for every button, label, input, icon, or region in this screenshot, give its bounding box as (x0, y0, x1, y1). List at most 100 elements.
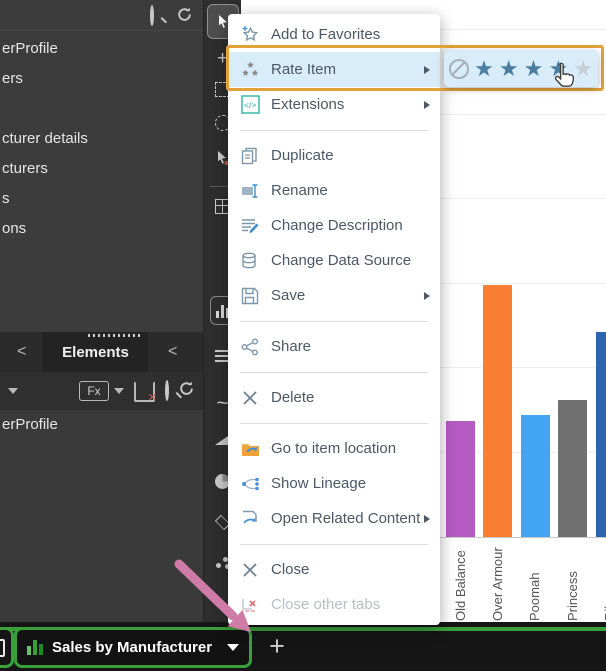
menu-item-share[interactable]: Share (228, 329, 440, 364)
elements-list: erProfile (0, 410, 203, 440)
menu-item-label: Go to item location (271, 440, 396, 457)
menu-item-label: Save (271, 287, 305, 304)
menu-separator (240, 423, 428, 424)
list-item[interactable]: s (0, 184, 203, 214)
menu-item-duplicate[interactable]: Duplicate (228, 138, 440, 173)
menu-item-extensions[interactable]: </> Extensions (228, 87, 440, 122)
menu-item-rename[interactable]: Rename (228, 173, 440, 208)
dashboard-icon (0, 639, 5, 657)
bar-chart-icon (27, 640, 43, 655)
tab-partial[interactable] (0, 627, 14, 668)
menu-item-close[interactable]: Close (228, 552, 440, 587)
new-tab-button[interactable]: + (262, 630, 292, 662)
submenu-arrow-icon (424, 515, 430, 523)
drag-handle[interactable] (88, 334, 142, 337)
menu-item-go-to-item-location[interactable]: Go to item location (228, 431, 440, 466)
delete-x-icon (240, 388, 260, 408)
refresh-icon[interactable] (176, 6, 193, 28)
menu-item-label: Extensions (271, 96, 344, 113)
elements-toolbar: Fx (0, 372, 203, 410)
rating-star-3[interactable]: ★ (524, 58, 544, 80)
submenu-arrow-icon (424, 66, 430, 74)
menu-item-change-data-source[interactable]: Change Data Source (228, 243, 440, 278)
menu-item-add-to-favorites[interactable]: Add to Favorites (228, 17, 440, 52)
menu-item-label: Rename (271, 182, 328, 199)
change-description-icon (240, 216, 260, 236)
bar-old-balance (446, 421, 475, 537)
list-item (0, 94, 203, 124)
sidebar-toolbar (0, 0, 203, 31)
menu-item-change-description[interactable]: Change Description (228, 208, 440, 243)
data-item-list: erProfile ers cturer details cturers s o… (0, 34, 203, 244)
related-content-icon (240, 509, 260, 529)
tab-sales-by-manufacturer[interactable]: Sales by Manufacturer (14, 627, 252, 668)
dropdown-caret-icon[interactable] (114, 388, 124, 394)
bottom-tab-bar: Sales by Manufacturer + (0, 622, 606, 671)
menu-item-label: Change Data Source (271, 252, 411, 269)
close-tabs-icon (240, 595, 260, 615)
list-item[interactable]: erProfile (0, 34, 203, 64)
tab-menu-caret-icon[interactable] (227, 644, 239, 651)
no-rating-icon[interactable] (449, 59, 469, 79)
elements-panel: < Elements < Fx erProfile (0, 332, 203, 622)
share-icon (240, 337, 260, 357)
collapse-chevron-icon[interactable]: < (17, 332, 26, 372)
star-plus-icon (240, 25, 260, 45)
search-icon[interactable] (150, 7, 154, 25)
clear-selection-icon[interactable] (134, 381, 155, 402)
menu-item-delete[interactable]: Delete (228, 380, 440, 415)
left-sidebar: erProfile ers cturer details cturers s o… (0, 0, 203, 622)
menu-item-label: Rate Item (271, 61, 336, 78)
extensions-code-icon: </> (240, 95, 260, 115)
tab-label: Sales by Manufacturer (52, 639, 212, 656)
app-window: Old BalanceOver ArmourPoomahPrincessRib … (0, 0, 606, 671)
lineage-icon (240, 474, 260, 494)
menu-item-close-other-tabs: Close other tabs (228, 587, 440, 622)
rename-icon (240, 181, 260, 201)
fx-expression-icon[interactable]: Fx (79, 381, 109, 401)
x-axis-label: Princess (565, 545, 582, 621)
context-menu: Add to Favorites Rate Item </> Extension… (228, 14, 440, 625)
rate-stars-icon (240, 60, 260, 80)
menu-item-show-lineage[interactable]: Show Lineage (228, 466, 440, 501)
list-item[interactable]: ers (0, 64, 203, 94)
elements-panel-header: < Elements < (0, 332, 203, 372)
dropdown-caret-icon[interactable] (8, 388, 18, 394)
submenu-arrow-icon (424, 101, 430, 109)
menu-item-open-related-content[interactable]: Open Related Content (228, 501, 440, 536)
tab-elements[interactable]: Elements (43, 332, 148, 372)
menu-item-label: Show Lineage (271, 475, 366, 492)
menu-item-label: Close (271, 561, 309, 578)
search-icon[interactable] (165, 382, 169, 400)
list-item[interactable]: ons (0, 214, 203, 244)
refresh-icon[interactable] (178, 380, 195, 402)
x-axis-label: Poomah (527, 545, 544, 621)
close-x-icon (240, 560, 260, 580)
elements-tab-label: Elements (62, 344, 129, 361)
hand-cursor-icon (550, 60, 580, 94)
menu-item-label: Delete (271, 389, 314, 406)
list-item[interactable]: cturers (0, 154, 203, 184)
collapse-chevron-icon[interactable]: < (168, 332, 177, 372)
rating-star-2[interactable]: ★ (499, 58, 519, 80)
bar-poomah (521, 415, 550, 537)
folder-arrow-icon (240, 439, 260, 459)
menu-separator (240, 130, 428, 131)
menu-item-save[interactable]: Save (228, 278, 440, 313)
menu-separator (240, 372, 428, 373)
menu-separator (240, 544, 428, 545)
duplicate-icon (240, 146, 260, 166)
x-axis-label: Old Balance (453, 545, 470, 621)
rating-star-1[interactable]: ★ (474, 58, 494, 80)
save-icon (240, 286, 260, 306)
menu-item-rate-item[interactable]: Rate Item (228, 52, 440, 87)
menu-item-label: Open Related Content (271, 510, 420, 527)
bar-princess (558, 400, 587, 537)
list-item[interactable]: erProfile (0, 410, 203, 440)
bar-over-armour (483, 285, 512, 537)
menu-item-label: Close other tabs (271, 596, 380, 613)
database-icon (240, 251, 260, 271)
menu-item-label: Add to Favorites (271, 26, 380, 43)
svg-text:</>: </> (244, 100, 256, 110)
list-item[interactable]: cturer details (0, 124, 203, 154)
